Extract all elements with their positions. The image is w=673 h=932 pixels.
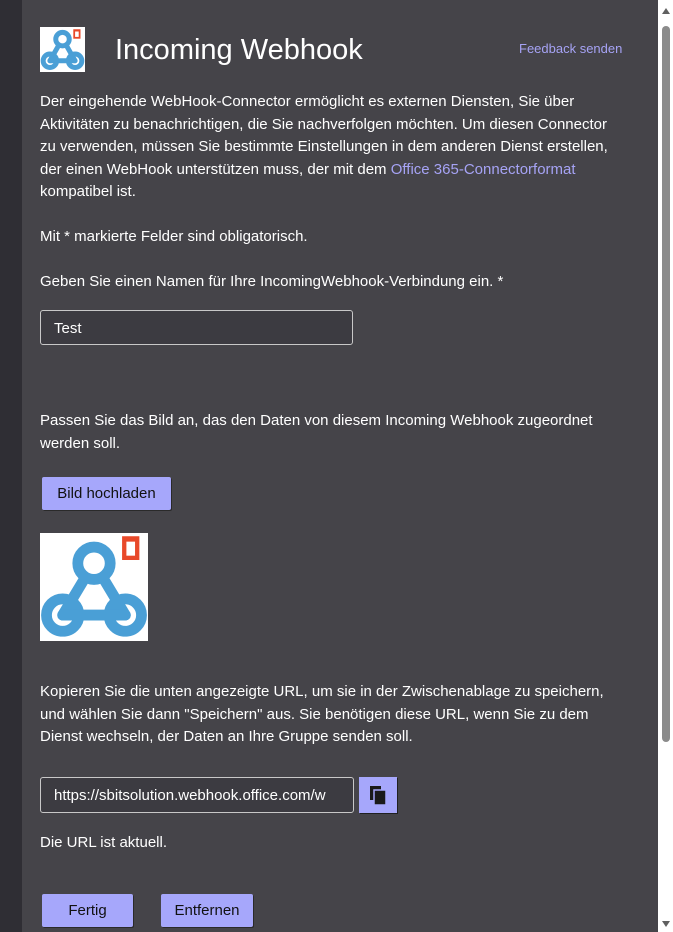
page-title: Incoming Webhook (115, 34, 363, 66)
copy-icon (359, 786, 397, 817)
webhook-logo-icon (40, 27, 85, 72)
url-status: Die URL ist aktuell. (40, 834, 167, 851)
url-section-label: Kopieren Sie die unten angezeigte URL, u… (40, 683, 604, 745)
intro-text-end: kompatibel ist. (40, 183, 136, 200)
scroll-up-arrow-icon[interactable] (662, 8, 670, 14)
image-section-label: Passen Sie das Bild an, das den Daten vo… (40, 412, 593, 452)
scrollbar-thumb[interactable] (662, 26, 670, 742)
webhook-url-field[interactable]: https://sbitsolution.webhook.office.com/… (40, 777, 354, 813)
name-input[interactable]: Test (40, 310, 353, 345)
copy-url-button[interactable] (359, 777, 397, 813)
connector-format-link[interactable]: Office 365-Connectorformat (391, 161, 576, 178)
required-note: Mit * markierte Felder sind obligatorisc… (40, 228, 308, 245)
name-field-label: Geben Sie einen Namen für Ihre IncomingW… (40, 273, 504, 290)
upload-image-button[interactable]: Bild hochladen (42, 477, 171, 510)
backdrop (0, 0, 22, 932)
remove-button[interactable]: Entfernen (161, 894, 253, 927)
done-button[interactable]: Fertig (42, 894, 133, 927)
scroll-down-arrow-icon[interactable] (662, 921, 670, 927)
intro-text: Der eingehende WebHook-Connector ermögli… (40, 91, 625, 204)
feedback-link[interactable]: Feedback senden (519, 40, 622, 58)
webhook-image-preview (40, 533, 148, 641)
